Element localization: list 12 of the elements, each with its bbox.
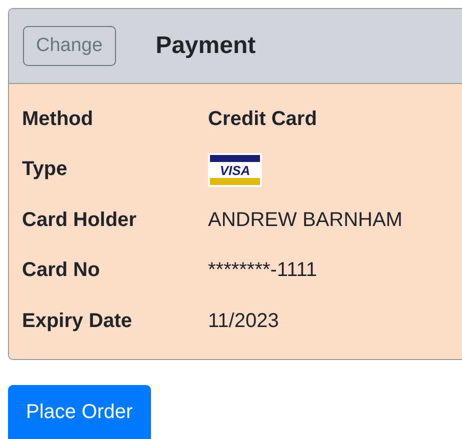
place-order-button[interactable]: Place Order (8, 385, 151, 439)
field-value: 11/2023 (208, 310, 279, 333)
card-title: Payment (156, 32, 256, 60)
field-label: Card No (22, 259, 101, 282)
visa-logo: VISA (208, 152, 262, 187)
field-value: Credit Card (208, 108, 317, 131)
field-label: Card Holder (22, 208, 138, 232)
field-label: Type (22, 158, 68, 182)
field-label: Expiry Date (22, 310, 134, 333)
field-label: Method (22, 108, 94, 131)
field-value: ANDREW BARNHAM (208, 208, 402, 232)
field-value: ********-1111 (208, 259, 317, 282)
